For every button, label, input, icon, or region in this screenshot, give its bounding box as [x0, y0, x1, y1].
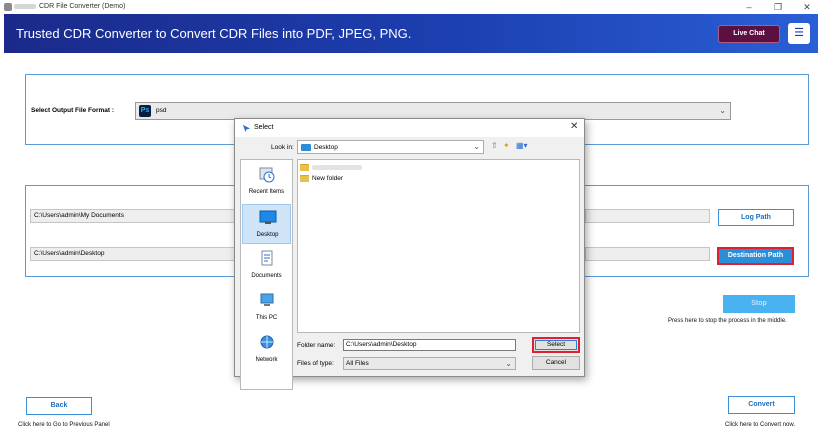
view-menu-icon[interactable]: ▦▾ — [516, 141, 528, 150]
photoshop-icon: Ps — [139, 105, 151, 117]
select-button-focus-ring — [535, 340, 577, 350]
redacted-app-name — [14, 4, 36, 9]
folder-name-input[interactable]: C:\Users\admin\Desktop — [343, 339, 516, 351]
select-folder-dialog: Select ✕ Look in: Desktop ⌄ ⇧ ✦ ▦▾ Recen… — [234, 118, 585, 390]
window-title-bar: CDR File Converter (Demo) – ❐ ✕ — [0, 0, 820, 14]
app-header: Trusted CDR Converter to Convert CDR Fil… — [4, 14, 818, 53]
files-of-type-select[interactable]: All Files ⌄ — [343, 357, 516, 370]
files-of-type-label: Files of type: — [297, 360, 334, 367]
log-path-field-end — [585, 209, 710, 223]
destination-path-field-end — [585, 247, 710, 261]
restore-icon[interactable]: ❐ — [771, 1, 785, 13]
folder-icon — [300, 175, 309, 182]
select-button[interactable]: Select — [532, 337, 580, 353]
list-item-name: New folder — [312, 175, 344, 182]
place-label: Documents — [251, 273, 282, 279]
files-of-type-value: All Files — [346, 360, 369, 367]
this-pc-icon — [260, 293, 274, 306]
place-recent-items[interactable]: Recent Items — [242, 162, 291, 202]
documents-icon — [261, 250, 273, 266]
look-in-value: Desktop — [314, 144, 338, 151]
log-path-button[interactable]: Log Path — [718, 209, 794, 226]
network-icon — [260, 335, 274, 349]
desktop-icon — [259, 210, 277, 224]
list-item[interactable]: New folder — [300, 174, 360, 184]
place-desktop[interactable]: Desktop — [242, 204, 291, 244]
live-chat-button[interactable]: Live Chat — [718, 25, 780, 43]
log-path-field[interactable]: C:\Users\admin\My Documents — [30, 209, 235, 223]
redacted-item-name — [312, 165, 362, 170]
place-label: This PC — [255, 315, 278, 321]
header-headline: Trusted CDR Converter to Convert CDR Fil… — [16, 26, 412, 41]
convert-button[interactable]: Convert — [728, 396, 795, 414]
back-hint: Click here to Go to Previous Panel — [18, 422, 110, 428]
destination-path-button[interactable]: Destination Path — [717, 247, 794, 265]
dialog-app-icon — [242, 124, 251, 133]
window-title: CDR File Converter (Demo) — [39, 3, 126, 10]
dialog-title: Select — [254, 124, 274, 131]
hamburger-menu-icon[interactable]: ☰ — [788, 23, 810, 44]
convert-hint: Click here to Convert now. — [725, 422, 796, 428]
output-format-value: psd — [156, 107, 167, 114]
folder-name-label: Folder name: — [297, 342, 336, 349]
look-in-select[interactable]: Desktop ⌄ — [297, 140, 484, 154]
dialog-body: Look in: Desktop ⌄ ⇧ ✦ ▦▾ Recent Items D… — [235, 137, 584, 390]
folder-icon — [300, 164, 309, 171]
chevron-down-icon: ⌄ — [473, 142, 480, 151]
place-label: Desktop — [256, 232, 279, 238]
stop-button[interactable]: Stop — [723, 295, 795, 313]
chevron-down-icon: ⌄ — [719, 106, 726, 115]
chevron-down-icon: ⌄ — [505, 359, 512, 368]
back-button[interactable]: Back — [26, 397, 92, 415]
dialog-close-icon[interactable]: ✕ — [570, 121, 578, 132]
look-in-label: Look in: — [271, 144, 294, 151]
minimize-icon[interactable]: – — [742, 1, 756, 13]
output-format-label: Select Output File Format : — [31, 107, 115, 114]
cancel-button[interactable]: Cancel — [532, 356, 580, 370]
place-this-pc[interactable]: This PC — [242, 288, 291, 328]
recent-items-icon — [259, 167, 275, 183]
desktop-folder-icon — [301, 144, 311, 151]
file-list: New folder — [297, 159, 580, 333]
destination-path-field[interactable]: C:\Users\admin\Desktop — [30, 247, 235, 261]
place-label: Recent Items — [248, 189, 285, 195]
up-folder-icon[interactable]: ⇧ — [491, 141, 498, 150]
close-icon[interactable]: ✕ — [800, 1, 814, 13]
new-folder-icon[interactable]: ✦ — [503, 141, 510, 150]
place-documents[interactable]: Documents — [242, 246, 291, 286]
place-label: Network — [255, 357, 278, 363]
places-bar: Recent Items Desktop Documents This PC N… — [240, 159, 293, 390]
stop-hint: Press here to stop the process in the mi… — [668, 318, 787, 324]
app-icon — [4, 3, 12, 11]
place-network[interactable]: Network — [242, 330, 291, 370]
